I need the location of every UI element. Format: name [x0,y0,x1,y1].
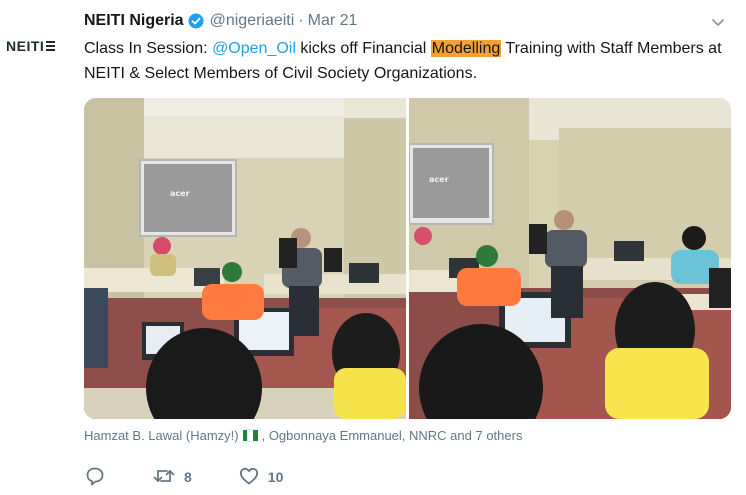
nigeria-flag-icon [242,429,258,442]
tweet-actions: 8 10 [84,465,329,489]
projector-logo-left: acer [170,189,190,198]
like-button[interactable]: 10 [238,465,284,490]
avatar-logo-text: NEITI [6,38,45,54]
tweet-text-part1: Class In Session: [84,40,213,57]
projector-logo-right: acer [429,175,449,184]
separator-dot: · [298,12,304,29]
likers-text-part2[interactable]: , Ogbonnaya Emmanuel, NNRC and 7 others [262,428,523,443]
likers-text-part1[interactable]: Hamzat B. Lawal (Hamzy!) [84,428,239,443]
reply-icon [84,465,106,490]
tweet-text: Class In Session: @Open_Oil kicks off Fi… [84,36,724,86]
tweet-date[interactable]: Mar 21 [308,12,358,30]
chevron-down-icon[interactable] [708,12,728,32]
highlighted-word: Modelling [430,40,502,57]
avatar-logo-bars [46,41,56,51]
retweet-count: 8 [184,469,192,485]
like-count: 10 [267,469,284,485]
liked-by-line[interactable]: Hamzat B. Lawal (Hamzy!) , Ogbonnaya Emm… [84,428,522,443]
tweet-header: NEITI Nigeria @nigeriaeiti · Mar 21 [84,10,357,32]
tweet-text-part2: kicks off Financial [295,40,431,57]
mention-link[interactable]: @Open_Oil [212,40,296,57]
left-classroom-photo[interactable]: acer [84,98,406,419]
avatar[interactable]: NEITI [6,36,76,56]
retweet-button[interactable]: 8 [152,465,192,490]
account-handle[interactable]: @nigeriaeiti [210,12,295,30]
account-name[interactable]: NEITI Nigeria [84,12,184,30]
retweet-icon [152,465,176,490]
right-classroom-photo[interactable]: acer [409,98,731,419]
verified-badge-icon [188,13,204,29]
reply-button[interactable] [84,465,106,490]
tweet-media: acer acer [84,98,731,419]
heart-icon [238,465,260,490]
